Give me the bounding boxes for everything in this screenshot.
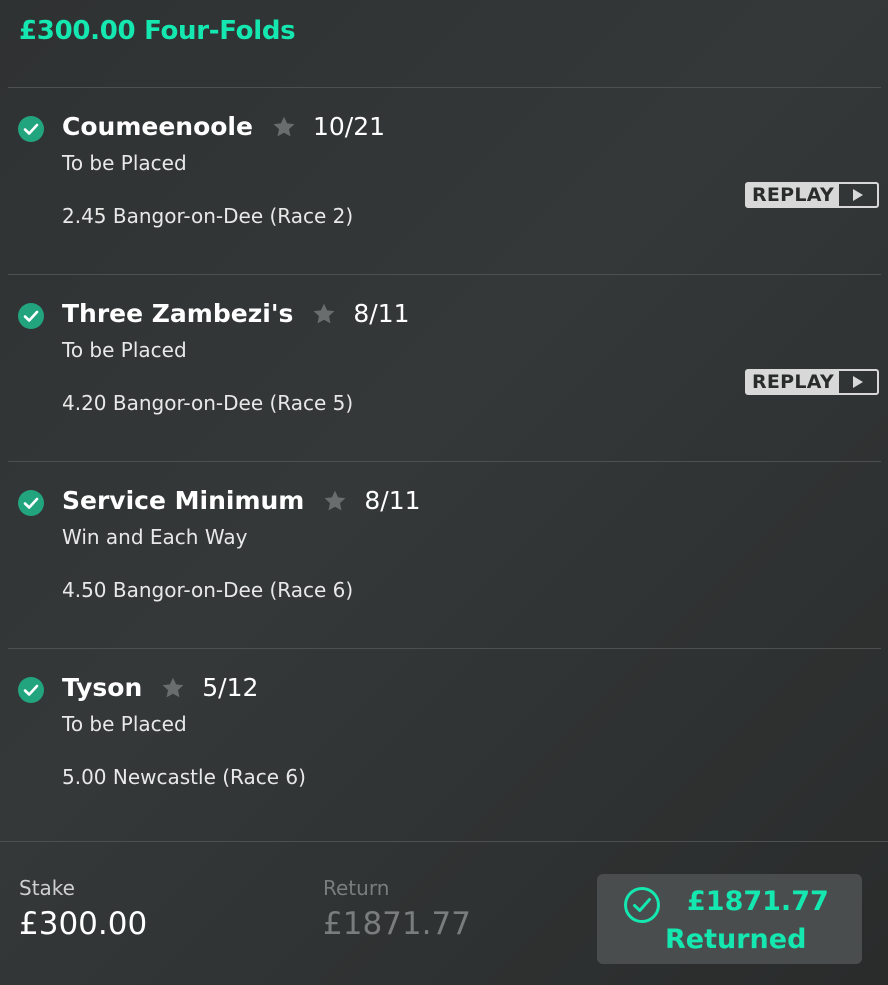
odds: 8/11 — [353, 299, 410, 328]
play-icon — [839, 184, 877, 206]
stake-label: Stake — [19, 876, 75, 900]
selection-row: Service Minimum 8/11 Win and Each Way 4.… — [8, 462, 881, 649]
star-icon[interactable] — [271, 114, 297, 140]
market-name: To be Placed — [62, 151, 187, 175]
replay-button[interactable]: REPLAY — [745, 369, 879, 395]
event-name: 5.00 Newcastle (Race 6) — [62, 765, 306, 789]
star-icon[interactable] — [322, 488, 348, 514]
star-icon[interactable] — [160, 675, 186, 701]
odds: 10/21 — [312, 112, 386, 141]
check-circle-icon — [18, 677, 44, 703]
returned-badge: £1871.77 Returned — [597, 874, 862, 964]
market-name: To be Placed — [62, 338, 187, 362]
bet-header: £300.00 Four-Folds — [8, 0, 881, 88]
star-icon[interactable] — [311, 301, 337, 327]
event-name: 2.45 Bangor-on-Dee (Race 2) — [62, 204, 354, 228]
bet-footer: Stake £300.00 Return £1871.77 £1871.77 R… — [0, 841, 888, 985]
returned-amount: £1871.77 — [687, 886, 829, 917]
selection-row: Three Zambezi's 8/11 To be Placed 4.20 B… — [8, 275, 881, 462]
returned-label: Returned — [665, 924, 807, 955]
selection-row: Coumeenoole 10/21 To be Placed 2.45 Bang… — [8, 88, 881, 275]
runner-row: Coumeenoole 10/21 — [62, 112, 385, 141]
check-circle-icon — [18, 490, 44, 516]
runner-name: Three Zambezi's — [62, 299, 294, 328]
runner-name: Tyson — [62, 673, 143, 702]
event-name: 4.20 Bangor-on-Dee (Race 5) — [62, 391, 354, 415]
odds: 8/11 — [364, 486, 421, 515]
market-name: To be Placed — [62, 712, 187, 736]
runner-row: Service Minimum 8/11 — [62, 486, 421, 515]
odds: 5/12 — [202, 673, 259, 702]
check-circle-icon — [18, 116, 44, 142]
runner-name: Service Minimum — [62, 486, 305, 515]
check-circle-icon — [623, 886, 661, 928]
runner-row: Three Zambezi's 8/11 — [62, 299, 410, 328]
replay-button[interactable]: REPLAY — [745, 182, 879, 208]
return-value: £1871.77 — [323, 906, 471, 942]
event-name: 4.50 Bangor-on-Dee (Race 6) — [62, 578, 354, 602]
play-icon — [839, 371, 877, 393]
runner-name: Coumeenoole — [62, 112, 253, 141]
stake-value: £300.00 — [19, 906, 148, 942]
replay-label: REPLAY — [747, 184, 839, 206]
stake-block: Stake £300.00 — [19, 876, 147, 942]
bet-title: £300.00 Four-Folds — [19, 16, 296, 46]
runner-row: Tyson 5/12 — [62, 673, 258, 702]
return-label: Return — [323, 876, 390, 900]
check-circle-icon — [18, 303, 44, 329]
market-name: Win and Each Way — [62, 525, 248, 549]
replay-label: REPLAY — [747, 371, 839, 393]
return-block: Return £1871.77 — [323, 876, 471, 942]
selection-row: Tyson 5/12 To be Placed 5.00 Newcastle (… — [8, 649, 881, 849]
